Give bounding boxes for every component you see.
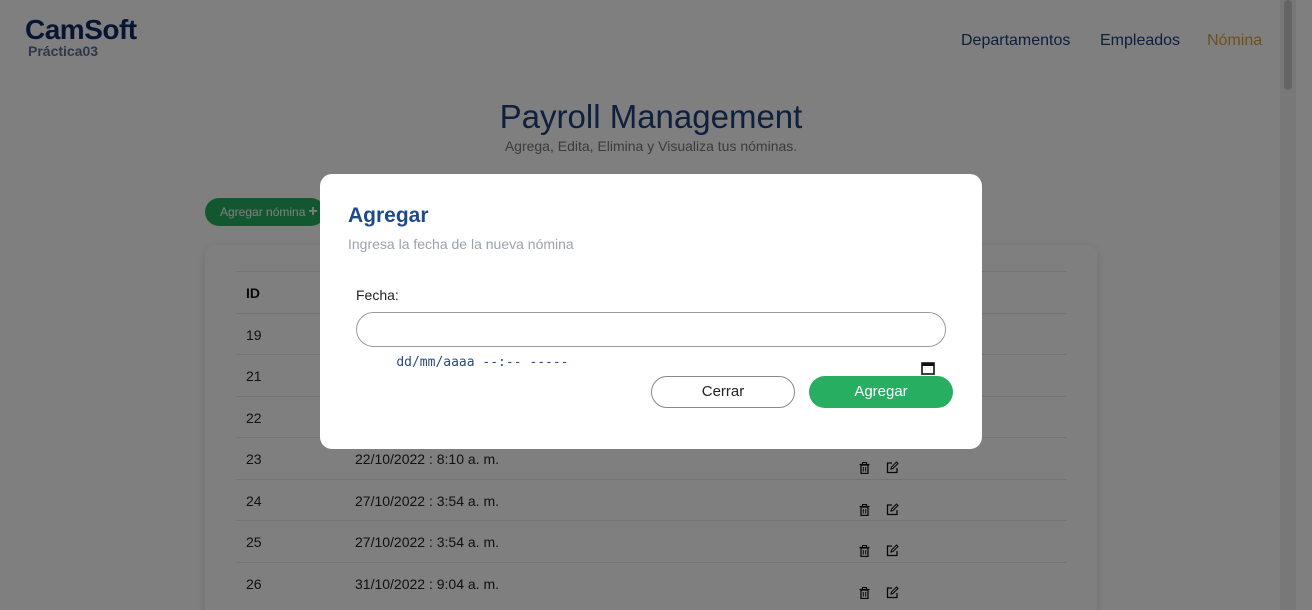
date-field-label: Fecha: (356, 287, 399, 303)
date-input-placeholder: dd/mm/aaaa --:-- ----- (396, 355, 569, 370)
submit-button[interactable]: Agregar (809, 376, 953, 408)
close-button[interactable]: Cerrar (651, 376, 795, 408)
add-payroll-dialog: Agregar Ingresa la fecha de la nueva nóm… (320, 174, 982, 449)
date-input[interactable]: dd/mm/aaaa --:-- ----- (356, 312, 946, 375)
dialog-subtitle: Ingresa la fecha de la nueva nómina (348, 236, 574, 252)
dialog-title: Agregar (348, 204, 429, 227)
